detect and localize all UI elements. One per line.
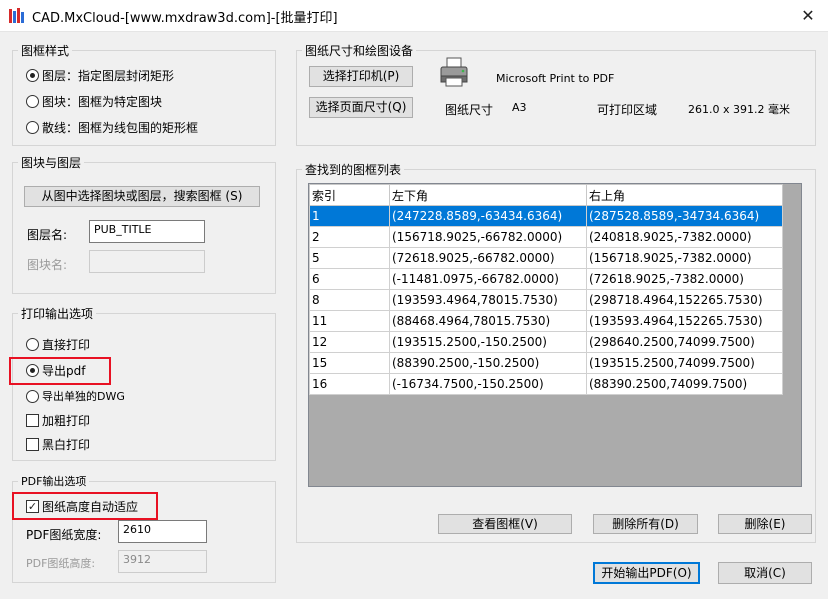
column-index[interactable]: 索引 (309, 184, 390, 206)
paper-size-value: A3 (512, 101, 527, 114)
window-title: CAD.MxCloud-[www.mxdraw3d.com]-[批量打印] (32, 11, 338, 26)
cell-lower-left: (88468.4964,78015.7530) (389, 310, 587, 332)
cell-index: 6 (309, 268, 390, 290)
print-output-title: 打印输出选项 (18, 305, 97, 322)
cell-upper-right: (298718.4964,152265.7530) (586, 289, 783, 311)
frame-style-title: 图框样式 (18, 42, 73, 59)
select-printer-button[interactable]: 选择打印机(P) (309, 66, 413, 87)
cell-upper-right: (193593.4964,152265.7530) (586, 310, 783, 332)
table-row[interactable]: 8 (193593.4964,78015.7530) (298718.4964,… (309, 289, 783, 311)
cell-lower-left: (156718.9025,-66782.0000) (389, 226, 587, 248)
radio-export-dwg-label: 导出单独的DWG (42, 390, 125, 403)
cell-upper-right: (287528.8589,-34734.6364) (586, 205, 783, 227)
radio-export-dwg[interactable] (26, 390, 39, 403)
table-row[interactable]: 12 (193515.2500,-150.2500) (298640.2500,… (309, 331, 783, 353)
radio-block-label: 图块：图框为特定图块 (42, 95, 163, 109)
cell-lower-left: (-11481.0975,-66782.0000) (389, 268, 587, 290)
printable-area-label: 可打印区域 (597, 103, 658, 117)
block-name-input[interactable] (89, 250, 205, 273)
select-page-size-button[interactable]: 选择页面尺寸(Q) (309, 97, 413, 118)
table-row[interactable]: 2 (156718.9025,-66782.0000) (240818.9025… (309, 226, 783, 248)
printable-area-value: 261.0 x 391.2 毫米 (688, 103, 790, 116)
cell-lower-left: (247228.8589,-63434.6364) (389, 205, 587, 227)
cell-index: 5 (309, 247, 390, 269)
pdf-width-input[interactable]: 2610 (118, 520, 207, 543)
layer-name-input[interactable]: PUB_TITLE (89, 220, 205, 243)
cell-index: 8 (309, 289, 390, 311)
checkbox-bw-print[interactable] (26, 438, 39, 451)
table-row[interactable]: 15 (88390.2500,-150.2500) (193515.2500,7… (309, 352, 783, 374)
printer-name: Microsoft Print to PDF (496, 72, 615, 85)
paper-device-title: 图纸尺寸和绘图设备 (302, 42, 417, 59)
frame-list-title: 查找到的图框列表 (302, 161, 405, 178)
checkbox-auto-height[interactable]: ✓ (26, 500, 39, 513)
table-row[interactable]: 11 (88468.4964,78015.7530) (193593.4964,… (309, 310, 783, 332)
paper-size-label: 图纸尺寸 (445, 103, 494, 117)
cell-index: 15 (309, 352, 390, 374)
cell-index: 11 (309, 310, 390, 332)
radio-direct-print[interactable] (26, 338, 39, 351)
table-row[interactable]: 5 (72618.9025,-66782.0000) (156718.9025,… (309, 247, 783, 269)
block-layer-title: 图块与图层 (18, 154, 85, 171)
column-lower-left[interactable]: 左下角 (389, 184, 587, 206)
checkbox-bold-print-label: 加粗打印 (42, 414, 91, 428)
select-block-layer-button[interactable]: 从图中选择图块或图层，搜索图框 (S) (24, 186, 260, 207)
block-name-label: 图块名: (27, 258, 68, 272)
cell-lower-left: (72618.9025,-66782.0000) (389, 247, 587, 269)
table-row[interactable]: 16 (-16734.7500,-150.2500) (88390.2500,7… (309, 373, 783, 395)
checkbox-auto-height-label: 图纸高度自动适应 (42, 500, 139, 514)
pdf-height-input[interactable]: 3912 (118, 550, 207, 573)
checkbox-bw-print-label: 黑白打印 (42, 438, 91, 452)
delete-all-button[interactable]: 删除所有(D) (593, 514, 698, 534)
frame-table-grid: 索引 左下角 右上角 1 (247228.8589,-63434.6364) (… (309, 184, 783, 395)
cell-lower-left: (193515.2500,-150.2500) (389, 331, 587, 353)
cell-upper-right: (193515.2500,74099.7500) (586, 352, 783, 374)
radio-export-pdf-label: 导出pdf (42, 364, 86, 378)
cad-app-icon (9, 8, 24, 23)
table-header: 索引 左下角 右上角 (309, 184, 783, 206)
layer-name-label: 图层名: (27, 228, 68, 242)
pdf-width-label: PDF图纸宽度: (26, 528, 102, 542)
cell-upper-right: (298640.2500,74099.7500) (586, 331, 783, 353)
checkbox-bold-print[interactable] (26, 414, 39, 427)
pdf-height-label: PDF图纸高度: (26, 557, 96, 570)
cell-lower-left: (88390.2500,-150.2500) (389, 352, 587, 374)
close-icon[interactable]: ✕ (792, 2, 824, 30)
table-row[interactable]: 6 (-11481.0975,-66782.0000) (72618.9025,… (309, 268, 783, 290)
cell-upper-right: (156718.9025,-7382.0000) (586, 247, 783, 269)
radio-layer[interactable] (26, 69, 39, 82)
cell-lower-left: (-16734.7500,-150.2500) (389, 373, 587, 395)
table-row[interactable]: 1 (247228.8589,-63434.6364) (287528.8589… (309, 205, 783, 227)
radio-lines[interactable] (26, 121, 39, 134)
delete-button[interactable]: 删除(E) (718, 514, 812, 534)
cell-upper-right: (240818.9025,-7382.0000) (586, 226, 783, 248)
title-bar: CAD.MxCloud-[www.mxdraw3d.com]-[批量打印] ✕ (0, 0, 828, 32)
cell-lower-left: (193593.4964,78015.7530) (389, 289, 587, 311)
pdf-output-title: PDF输出选项 (18, 473, 90, 489)
cell-index: 1 (309, 205, 390, 227)
radio-layer-label: 图层：指定图层封闭矩形 (42, 69, 175, 83)
radio-export-pdf[interactable] (26, 364, 39, 377)
cell-index: 2 (309, 226, 390, 248)
radio-direct-print-label: 直接打印 (42, 338, 91, 352)
radio-lines-label: 散线：图框为线包围的矩形框 (42, 121, 199, 135)
radio-block[interactable] (26, 95, 39, 108)
cell-upper-right: (88390.2500,74099.7500) (586, 373, 783, 395)
printer-icon (440, 57, 468, 87)
cancel-button[interactable]: 取消(C) (718, 562, 812, 584)
cell-index: 12 (309, 331, 390, 353)
column-upper-right[interactable]: 右上角 (586, 184, 783, 206)
view-frame-button[interactable]: 查看图框(V) (438, 514, 572, 534)
start-output-pdf-button[interactable]: 开始输出PDF(O) (593, 562, 700, 584)
frame-table[interactable]: 索引 左下角 右上角 1 (247228.8589,-63434.6364) (… (308, 183, 802, 487)
cell-upper-right: (72618.9025,-7382.0000) (586, 268, 783, 290)
cell-index: 16 (309, 373, 390, 395)
